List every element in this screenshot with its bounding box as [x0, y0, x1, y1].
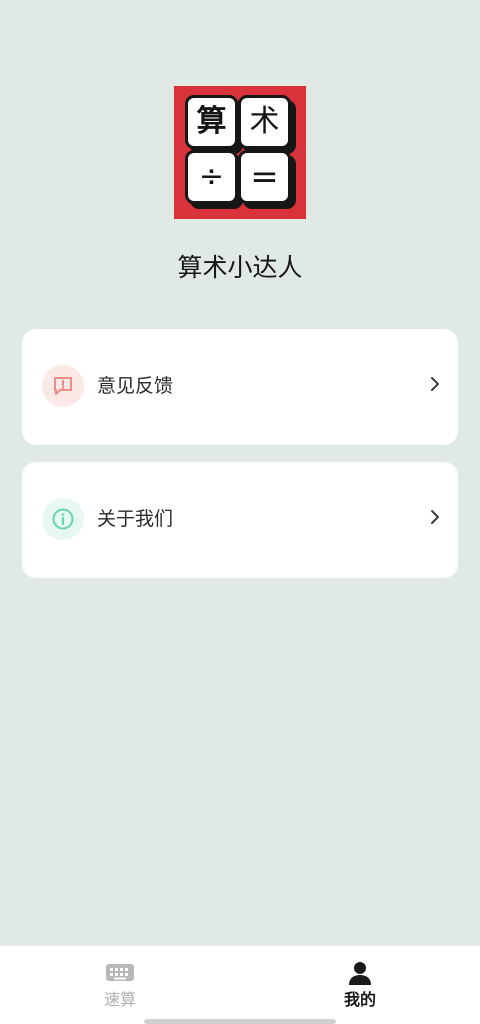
chevron-right-icon	[431, 377, 439, 391]
chevron-right-icon	[431, 510, 439, 524]
info-icon	[42, 498, 84, 540]
logo-tile-shu: 术	[238, 95, 291, 149]
home-indicator[interactable]	[144, 1019, 336, 1024]
feedback-label: 意见反馈	[97, 375, 174, 397]
logo-tile-equals: =	[238, 150, 291, 204]
user-icon	[349, 962, 371, 985]
tab-label: 速算	[103, 990, 136, 1009]
tab-mine[interactable]: 我的	[240, 946, 480, 1024]
tab-label: 我的	[343, 990, 376, 1009]
logo-tile-suan: 算	[185, 95, 238, 149]
feedback-menu-item[interactable]: 意见反馈	[22, 329, 458, 445]
bottom-tab-bar: 速算 我的	[0, 946, 480, 1024]
feedback-icon	[42, 365, 84, 407]
tab-quick-calc[interactable]: 速算	[0, 946, 240, 1024]
about-us-label: 关于我们	[97, 508, 174, 530]
about-us-menu-item[interactable]: 关于我们	[22, 462, 458, 578]
app-name: 算术小达人	[177, 253, 303, 282]
app-logo: 算 术 ÷ =	[174, 86, 306, 219]
logo-tile-divide: ÷	[185, 150, 238, 204]
keyboard-icon	[106, 964, 134, 981]
